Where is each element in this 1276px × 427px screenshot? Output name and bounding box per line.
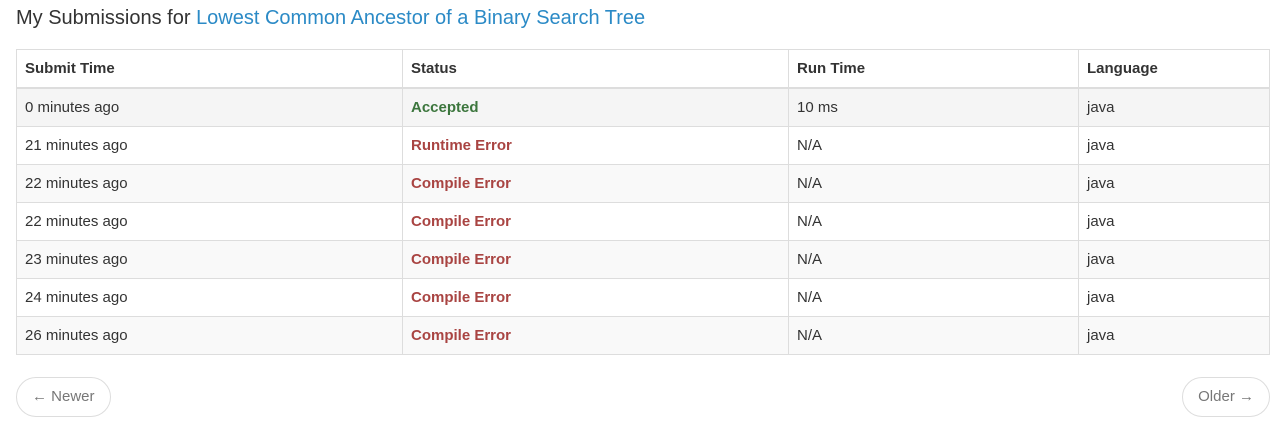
- submit-time-cell: 22 minutes ago: [16, 202, 403, 241]
- status-cell: Compile Error: [402, 202, 789, 241]
- column-header-run-time: Run Time: [788, 49, 1079, 89]
- submit-time-cell: 0 minutes ago: [16, 87, 403, 127]
- table-row: 23 minutes ago Compile Error N/A java: [16, 240, 1270, 279]
- table-row: 22 minutes ago Compile Error N/A java: [16, 164, 1270, 203]
- status-cell: Runtime Error: [402, 126, 789, 165]
- submissions-table: Submit Time Status Run Time Language 0 m…: [16, 49, 1270, 355]
- status-cell: Compile Error: [402, 240, 789, 279]
- table-row: 22 minutes ago Compile Error N/A java: [16, 202, 1270, 241]
- submit-time-cell: 26 minutes ago: [16, 316, 403, 355]
- submit-time-cell: 23 minutes ago: [16, 240, 403, 279]
- run-time-cell: N/A: [788, 316, 1079, 355]
- problem-link[interactable]: Lowest Common Ancestor of a Binary Searc…: [196, 7, 645, 29]
- table-row: 24 minutes ago Compile Error N/A java: [16, 278, 1270, 317]
- column-header-submit-time: Submit Time: [16, 49, 403, 89]
- language-cell: java: [1078, 164, 1270, 203]
- status-link[interactable]: Compile Error: [411, 251, 511, 268]
- run-time-cell: 10 ms: [788, 87, 1079, 127]
- run-time-cell: N/A: [788, 202, 1079, 241]
- older-button[interactable]: Older →: [1182, 377, 1270, 417]
- page-title: My Submissions for Lowest Common Ancesto…: [16, 6, 645, 30]
- language-cell: java: [1078, 278, 1270, 317]
- submit-time-cell: 21 minutes ago: [16, 126, 403, 165]
- language-cell: java: [1078, 87, 1270, 127]
- newer-button[interactable]: ← Newer: [16, 377, 111, 417]
- status-link[interactable]: Compile Error: [411, 327, 511, 344]
- column-header-status: Status: [402, 49, 789, 89]
- table-header-row: Submit Time Status Run Time Language: [16, 49, 1270, 89]
- status-link[interactable]: Runtime Error: [411, 137, 512, 154]
- submit-time-cell: 24 minutes ago: [16, 278, 403, 317]
- status-link[interactable]: Accepted: [411, 99, 479, 116]
- status-link[interactable]: Compile Error: [411, 213, 511, 230]
- status-link[interactable]: Compile Error: [411, 175, 511, 192]
- submit-time-cell: 22 minutes ago: [16, 164, 403, 203]
- language-cell: java: [1078, 126, 1270, 165]
- status-cell: Compile Error: [402, 278, 789, 317]
- page-title-prefix: My Submissions for: [16, 7, 197, 29]
- status-cell: Compile Error: [402, 316, 789, 355]
- status-cell: Compile Error: [402, 164, 789, 203]
- language-cell: java: [1078, 316, 1270, 355]
- run-time-cell: N/A: [788, 164, 1079, 203]
- column-header-language: Language: [1078, 49, 1270, 89]
- language-cell: java: [1078, 202, 1270, 241]
- run-time-cell: N/A: [788, 126, 1079, 165]
- table-row: 26 minutes ago Compile Error N/A java: [16, 316, 1270, 355]
- table-row: 0 minutes ago Accepted 10 ms java: [16, 87, 1270, 127]
- status-cell: Accepted: [402, 87, 789, 127]
- language-cell: java: [1078, 240, 1270, 279]
- run-time-cell: N/A: [788, 278, 1079, 317]
- run-time-cell: N/A: [788, 240, 1079, 279]
- table-row: 21 minutes ago Runtime Error N/A java: [16, 126, 1270, 165]
- status-link[interactable]: Compile Error: [411, 289, 511, 306]
